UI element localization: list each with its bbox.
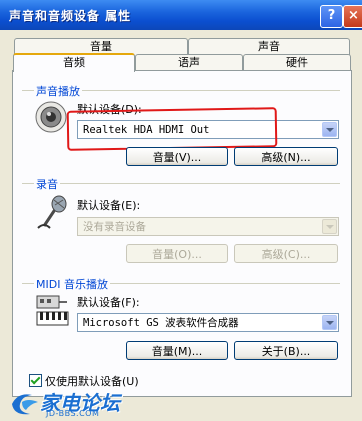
forum-logo-icon <box>12 394 38 415</box>
chevron-down-icon[interactable] <box>322 315 337 330</box>
speaker-icon <box>35 101 67 133</box>
recording-group-divider <box>22 183 340 184</box>
midi-keyboard-icon <box>36 295 69 326</box>
midi-volume-button[interactable]: 音量(M)... <box>126 341 228 360</box>
window-title: 声音和音频设备 属性 <box>9 9 132 23</box>
midi-about-button[interactable]: 关于(B)... <box>234 341 338 360</box>
playback-group-label: 声音播放 <box>34 83 82 99</box>
playback-advanced-button[interactable]: 高级(N)... <box>234 147 338 166</box>
midi-default-device-label: 默认设备(F): <box>77 296 140 309</box>
recording-group-label: 录音 <box>34 176 60 192</box>
title-bar[interactable]: 声音和音频设备 属性 ? × <box>0 0 362 30</box>
chevron-down-icon[interactable] <box>322 122 337 137</box>
tab-hardware[interactable]: 硬件 <box>243 54 351 71</box>
midi-group-label: MIDI 音乐播放 <box>34 276 110 292</box>
midi-device-select[interactable]: Microsoft GS 波表软件合成器 <box>77 313 339 332</box>
watermark-url: JD-BBS.COM <box>46 409 100 418</box>
tab-voice[interactable]: 语声 <box>135 54 243 71</box>
playback-volume-button[interactable]: 音量(V)... <box>126 147 228 166</box>
chevron-down-icon[interactable] <box>322 219 337 234</box>
midi-device-value: Microsoft GS 波表软件合成器 <box>83 317 239 329</box>
help-button[interactable]: ? <box>320 5 343 28</box>
close-button[interactable]: × <box>343 5 362 28</box>
highlight-annotation <box>66 107 278 151</box>
recording-volume-button[interactable]: 音量(O)... <box>126 244 228 263</box>
recording-device-select[interactable]: 没有录音设备 <box>77 217 339 236</box>
recording-device-value: 没有录音设备 <box>83 221 146 233</box>
microphone-icon <box>37 195 67 229</box>
recording-advanced-button[interactable]: 高级(C)... <box>234 244 338 263</box>
only-default-checkbox[interactable] <box>29 374 42 387</box>
tab-sounds[interactable]: 声音 <box>188 38 350 55</box>
tab-audio[interactable]: 音频 <box>13 53 135 72</box>
recording-default-device-label: 默认设备(E): <box>77 199 141 212</box>
